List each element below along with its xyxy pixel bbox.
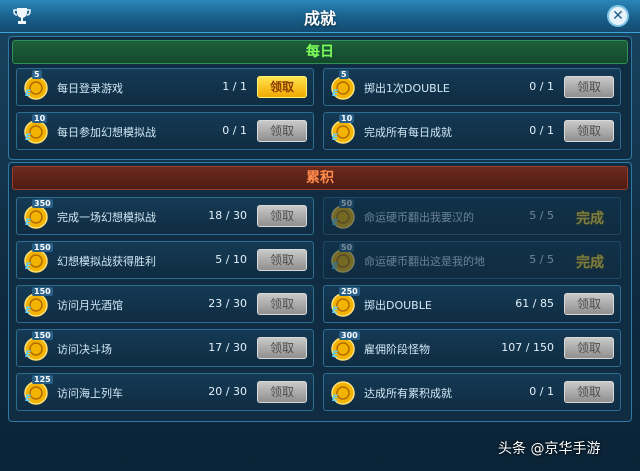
reward-amount: 10 xyxy=(339,114,355,123)
achievement-progress: 20 / 30 xyxy=(208,385,247,398)
achievement-progress: 0 / 1 xyxy=(529,385,554,398)
achievement-progress: 61 / 85 xyxy=(515,297,554,310)
achievement-row: 350 E 完成一场幻想模拟战 18 / 30 领取 xyxy=(16,197,314,235)
achievement-row: 5 E 每日登录游戏 1 / 1 领取 xyxy=(16,68,314,106)
currency-letter: E xyxy=(25,262,32,272)
window-title: 成就 xyxy=(303,9,336,28)
claim-button[interactable]: 领取 xyxy=(564,76,614,98)
achievement-description: 掷出DOUBLE xyxy=(364,299,432,312)
achievement-row: 125 E 访问海上列车 20 / 30 领取 xyxy=(16,373,314,411)
close-button[interactable]: ✕ xyxy=(607,5,629,27)
achievement-progress: 107 / 150 xyxy=(501,341,554,354)
reward-amount: 150 xyxy=(32,287,53,296)
achievement-progress: 18 / 30 xyxy=(208,209,247,222)
currency-letter: E xyxy=(332,350,339,360)
currency-letter: E xyxy=(332,394,339,404)
reward-amount: 300 xyxy=(339,331,360,340)
achievement-description: 幻想模拟战获得胜利 xyxy=(57,255,156,268)
achievement-progress: 0 / 1 xyxy=(222,124,247,137)
achievement-progress: 1 / 1 xyxy=(222,80,247,93)
claim-button[interactable]: 领取 xyxy=(257,249,307,271)
claim-button[interactable]: 领取 xyxy=(564,120,614,142)
reward-amount: 250 xyxy=(339,287,360,296)
currency-letter: E xyxy=(25,133,32,143)
achievement-row: 250 E 掷出DOUBLE 61 / 85 领取 xyxy=(323,285,621,323)
achievement-progress: 0 / 1 xyxy=(529,80,554,93)
claim-button[interactable]: 领取 xyxy=(257,76,307,98)
achievement-progress: 23 / 30 xyxy=(208,297,247,310)
reward-amount: 125 xyxy=(32,375,53,384)
claim-button[interactable]: 领取 xyxy=(257,293,307,315)
achievement-description: 访问月光酒馆 xyxy=(57,299,123,312)
achievement-description: 命运硬币翻出这是我的地 xyxy=(364,255,485,268)
currency-letter: E xyxy=(25,89,32,99)
achievement-row: 10 E 每日参加幻想模拟战 0 / 1 领取 xyxy=(16,112,314,150)
watermark: 头条 @京华手游 xyxy=(498,441,601,457)
achievement-row: 5 E 掷出1次DOUBLE 0 / 1 领取 xyxy=(323,68,621,106)
achievement-description: 达成所有累积成就 xyxy=(364,387,452,400)
achievement-progress: 17 / 30 xyxy=(208,341,247,354)
achievement-row: 150 E 访问月光酒馆 23 / 30 领取 xyxy=(16,285,314,323)
reward-amount: 10 xyxy=(32,114,48,123)
achievement-row: 150 E 访问决斗场 17 / 30 领取 xyxy=(16,329,314,367)
currency-letter: E xyxy=(332,306,339,316)
reward-amount: 350 xyxy=(32,199,53,208)
achievement-progress: 5 / 10 xyxy=(215,253,247,266)
achievement-description: 命运硬币翻出我要汉的 xyxy=(364,211,474,224)
achievement-description: 访问海上列车 xyxy=(57,387,123,400)
achievement-row: E 达成所有累积成就 0 / 1 领取 xyxy=(323,373,621,411)
achievement-row: 300 E 雇佣阶段怪物 107 / 150 领取 xyxy=(323,329,621,367)
currency-letter: E xyxy=(25,306,32,316)
completed-label: 完成 xyxy=(576,211,604,227)
completed-label: 完成 xyxy=(576,255,604,271)
reward-amount: 5 xyxy=(32,70,42,79)
reward-amount: 5 xyxy=(339,70,349,79)
claim-button[interactable]: 领取 xyxy=(564,293,614,315)
achievement-description: 完成所有每日成就 xyxy=(364,126,452,139)
achievement-row: 10 E 完成所有每日成就 0 / 1 领取 xyxy=(323,112,621,150)
claim-button[interactable]: 领取 xyxy=(564,381,614,403)
achievement-description: 完成一场幻想模拟战 xyxy=(57,211,156,224)
currency-letter: E xyxy=(25,218,32,228)
currency-letter: E xyxy=(332,262,339,272)
reward-amount: 50 xyxy=(339,199,355,208)
currency-letter: E xyxy=(25,350,32,360)
reward-amount: 50 xyxy=(339,243,355,252)
claim-button[interactable]: 领取 xyxy=(564,337,614,359)
currency-letter: E xyxy=(25,394,32,404)
achievement-progress: 0 / 1 xyxy=(529,124,554,137)
achievement-progress: 5 / 5 xyxy=(529,209,554,222)
reward-amount: 150 xyxy=(32,243,53,252)
achievement-description: 每日参加幻想模拟战 xyxy=(57,126,156,139)
currency-letter: E xyxy=(332,133,339,143)
achievement-row: 50 E 命运硬币翻出我要汉的 5 / 5 完成 xyxy=(323,197,621,235)
close-icon: ✕ xyxy=(612,8,624,24)
achievement-window: 成就 ✕ 每日 累积 5 E 每日登录游戏 1 / 1 领取 5 E 掷出1次DOUBLE 0 … xyxy=(0,0,640,471)
currency-letter: E xyxy=(332,89,339,99)
daily-section-header: 每日 xyxy=(12,40,628,64)
achievement-row: 50 E 命运硬币翻出这是我的地 5 / 5 完成 xyxy=(323,241,621,279)
claim-button[interactable]: 领取 xyxy=(257,381,307,403)
claim-button[interactable]: 领取 xyxy=(257,205,307,227)
claim-button[interactable]: 领取 xyxy=(257,120,307,142)
cumulative-section-header: 累积 xyxy=(12,166,628,190)
achievement-description: 掷出1次DOUBLE xyxy=(364,82,450,95)
claim-button[interactable]: 领取 xyxy=(257,337,307,359)
reward-amount: 150 xyxy=(32,331,53,340)
achievement-description: 每日登录游戏 xyxy=(57,82,123,95)
achievement-description: 访问决斗场 xyxy=(57,343,112,356)
achievement-description: 雇佣阶段怪物 xyxy=(364,343,430,356)
title-bar: 成就 ✕ xyxy=(0,0,640,33)
achievement-row: 150 E 幻想模拟战获得胜利 5 / 10 领取 xyxy=(16,241,314,279)
currency-letter: E xyxy=(332,218,339,228)
achievement-progress: 5 / 5 xyxy=(529,253,554,266)
